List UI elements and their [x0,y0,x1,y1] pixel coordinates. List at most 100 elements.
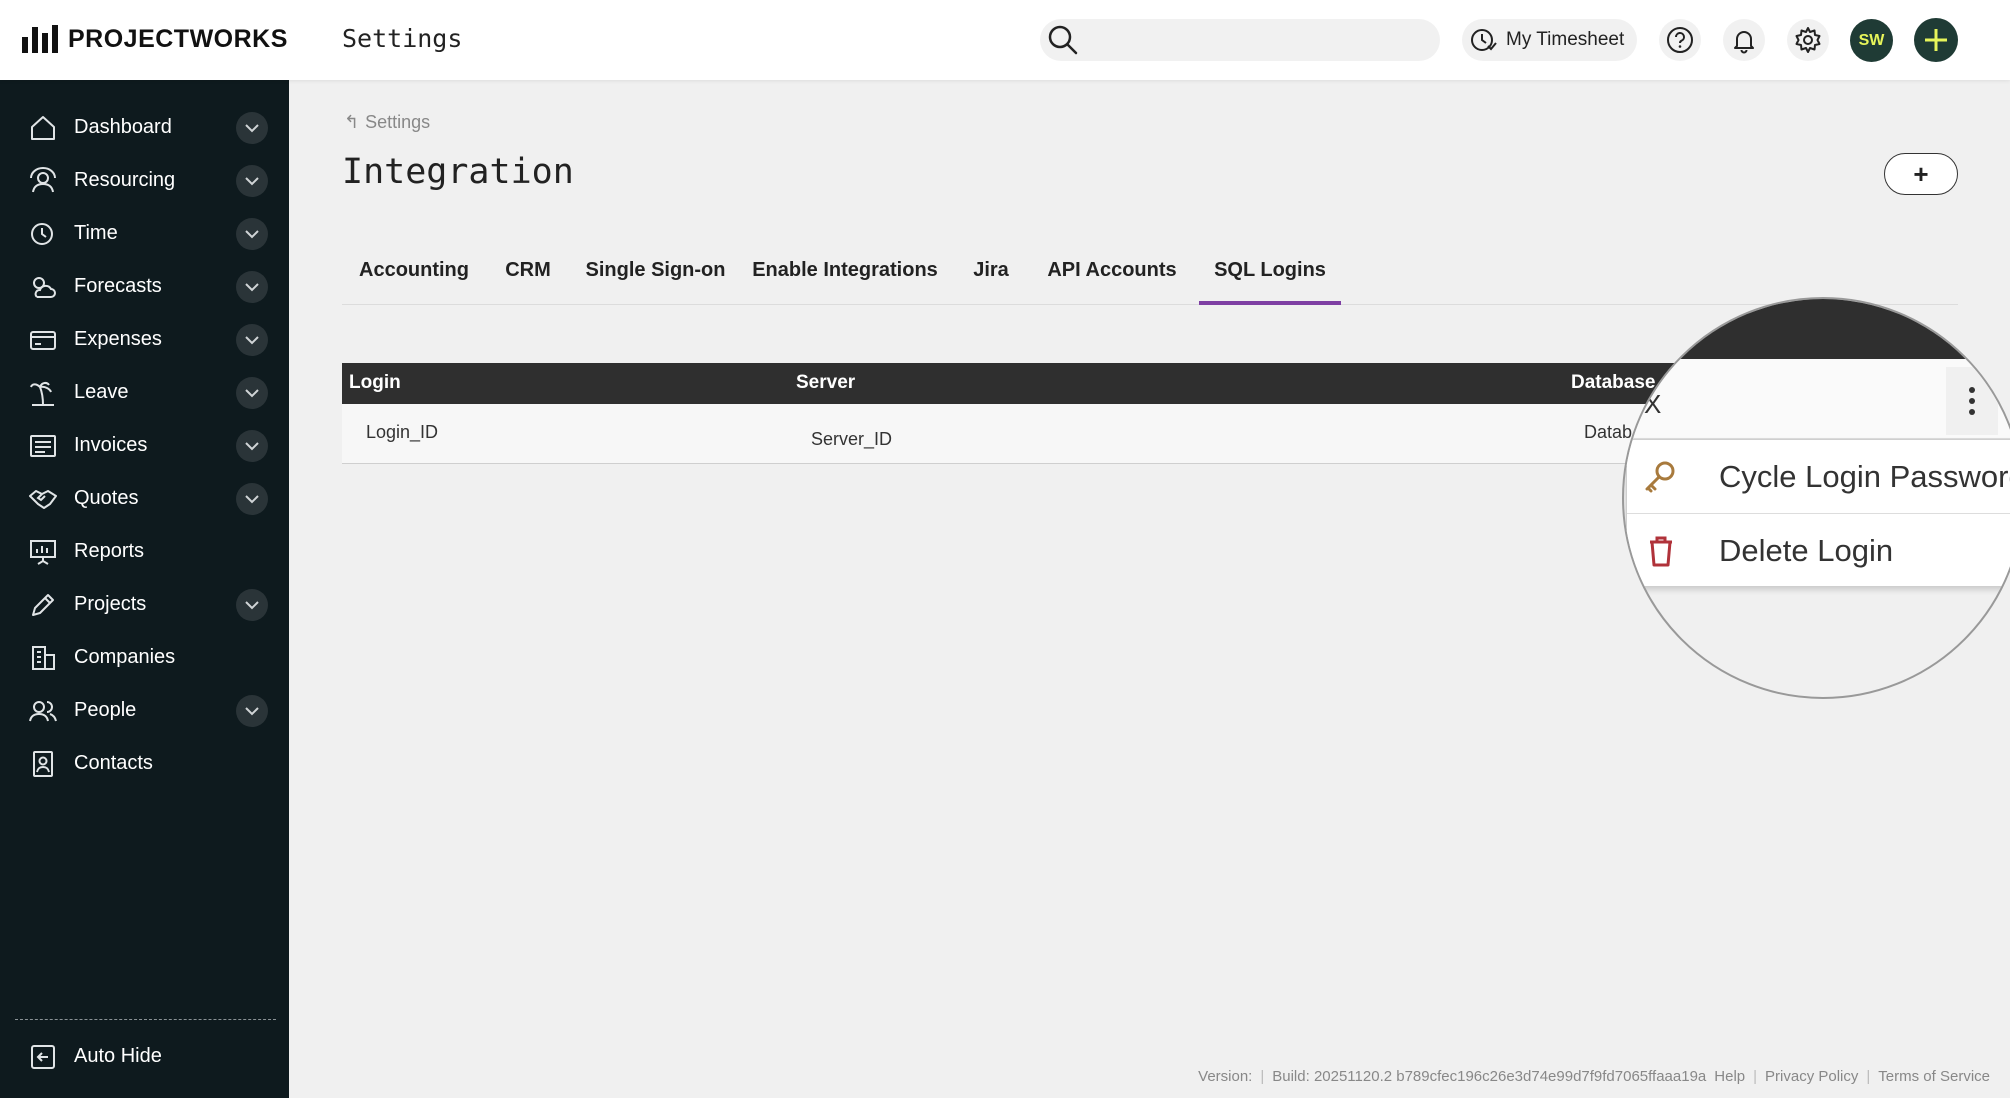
chevron-down-icon[interactable] [236,217,268,250]
sidebar-item-forecasts[interactable]: Forecasts [0,260,289,313]
tab-jira[interactable]: Jira [949,244,1033,305]
sidebar-item-dashboard[interactable]: Dashboard [0,101,289,154]
sidebar-item-label: Contacts [74,752,153,774]
auto-hide-label: Auto Hide [74,1045,162,1067]
card-icon [27,324,59,356]
logo-mark-icon [22,25,58,53]
sidebar-item-label: Quotes [74,487,139,509]
menu-item-label: Cycle Login Password [1719,458,2010,494]
sidebar-item-expenses[interactable]: Expenses [0,313,289,366]
settings-button[interactable] [1787,19,1829,61]
app-logo[interactable]: PROJECTWORKS [22,22,288,56]
menu-item-delete-login[interactable]: Delete Login [1627,514,2010,587]
chevron-down-icon[interactable] [236,323,268,356]
sidebar-item-leave[interactable]: Leave [0,366,289,419]
chevron-down-icon[interactable] [236,111,268,144]
sidebar-item-label: People [74,699,137,721]
cell-server: Server_ID [811,429,893,449]
home-icon [27,112,59,144]
tab-accounting[interactable]: Accounting [342,244,486,305]
sidebar-item-label: Reports [74,540,145,562]
footer-terms-link[interactable]: Terms of Service [1878,1068,1990,1085]
timesheet-clock-icon [1471,29,1497,51]
search-icon [1048,25,1078,55]
bell-icon [1734,31,1754,54]
pencil-icon [27,589,59,621]
breadcrumb-settings: Settings [365,112,431,132]
sidebar-item-label: Dashboard [74,116,172,138]
clock-icon [27,218,59,250]
user-avatar[interactable]: SW [1850,19,1893,62]
column-header-server[interactable]: Server [796,372,855,394]
tab-enable-integrations[interactable]: Enable Integrations [741,244,949,305]
sidebar-item-invoices[interactable]: Invoices [0,419,289,472]
sidebar-item-contacts[interactable]: Contacts [0,737,289,790]
sidebar-item-people[interactable]: People [0,684,289,737]
chevron-down-icon[interactable] [236,694,268,727]
page-heading: Settings [342,24,463,53]
plus-icon: + [1913,158,1929,189]
close-menu-button[interactable]: X [1644,389,1661,420]
sidebar-item-label: Companies [74,646,176,668]
footer-help-link[interactable]: Help [1714,1068,1745,1085]
sidebar-divider [15,1019,276,1020]
top-bar: PROJECTWORKS Settings My Timesheet SW [0,0,2010,80]
auto-hide-button[interactable]: Auto Hide [0,1030,289,1083]
row-context-menu: Cycle Login Password Delete Login [1626,439,2010,587]
menu-item-label: Delete Login [1719,532,1894,568]
footer-privacy-link[interactable]: Privacy Policy [1765,1068,1858,1085]
page-title: Integration [342,152,574,192]
presentation-icon [27,536,59,568]
my-timesheet-button[interactable]: My Timesheet [1462,19,1637,61]
cell-login: Login_ID [366,422,439,442]
kebab-menu-icon[interactable] [1946,367,1998,435]
handshake-icon [27,483,59,515]
logo-text: PROJECTWORKS [68,24,288,53]
chevron-down-icon[interactable] [236,588,268,621]
sidebar-item-companies[interactable]: Companies [0,631,289,684]
gear-icon [1795,27,1821,53]
footer-separator: | [1866,1068,1871,1085]
plus-icon [1925,29,1947,51]
sidebar-item-label: Expenses [74,328,162,350]
help-icon [1667,27,1693,53]
sidebar-item-label: Time [74,222,118,244]
help-button[interactable] [1659,19,1701,61]
sidebar-item-projects[interactable]: Projects [0,578,289,631]
notifications-button[interactable] [1723,19,1765,61]
tab-single-sign-on[interactable]: Single Sign-on [570,244,741,305]
chevron-down-icon[interactable] [236,376,268,409]
footer: Version: | Build: 20251120.2 b789cfec196… [1198,1068,1990,1085]
sidebar-item-label: Leave [74,381,129,403]
chevron-down-icon[interactable] [236,164,268,197]
sidebar-item-label: Invoices [74,434,148,456]
integration-tabs: Accounting CRM Single Sign-on Enable Int… [342,244,1958,305]
palm-tree-icon [27,377,59,409]
sidebar-item-quotes[interactable]: Quotes [0,472,289,525]
tab-sql-logins[interactable]: SQL Logins [1199,244,1341,305]
add-integration-button[interactable]: + [1884,153,1958,195]
breadcrumb[interactable]: ↰ Settings [344,112,430,133]
tab-crm[interactable]: CRM [486,244,570,305]
sidebar-item-time[interactable]: Time [0,207,289,260]
sidebar-item-label: Projects [74,593,147,615]
chevron-down-icon[interactable] [236,429,268,462]
magnified-table-header [1624,299,2010,359]
sidebar-item-resourcing[interactable]: Resourcing [0,154,289,207]
chevron-down-icon[interactable] [236,270,268,303]
search-input[interactable] [1040,19,1440,61]
sidebar: Dashboard Resourcing Time Forecasts Expe… [0,80,289,1098]
column-header-login[interactable]: Login [349,372,401,394]
global-add-button[interactable] [1914,18,1958,62]
resourcing-icon [27,165,59,197]
menu-item-cycle-login-password[interactable]: Cycle Login Password [1627,440,2010,513]
contact-card-icon [27,748,59,780]
tab-api-accounts[interactable]: API Accounts [1033,244,1191,305]
footer-separator: | [1260,1068,1265,1085]
chevron-down-icon[interactable] [236,482,268,515]
key-icon [1641,457,1681,497]
building-icon [27,642,59,674]
sidebar-item-reports[interactable]: Reports [0,525,289,578]
footer-build: Build: 20251120.2 b789cfec196c26e3d74e99… [1272,1068,1707,1085]
invoice-icon [27,430,59,462]
